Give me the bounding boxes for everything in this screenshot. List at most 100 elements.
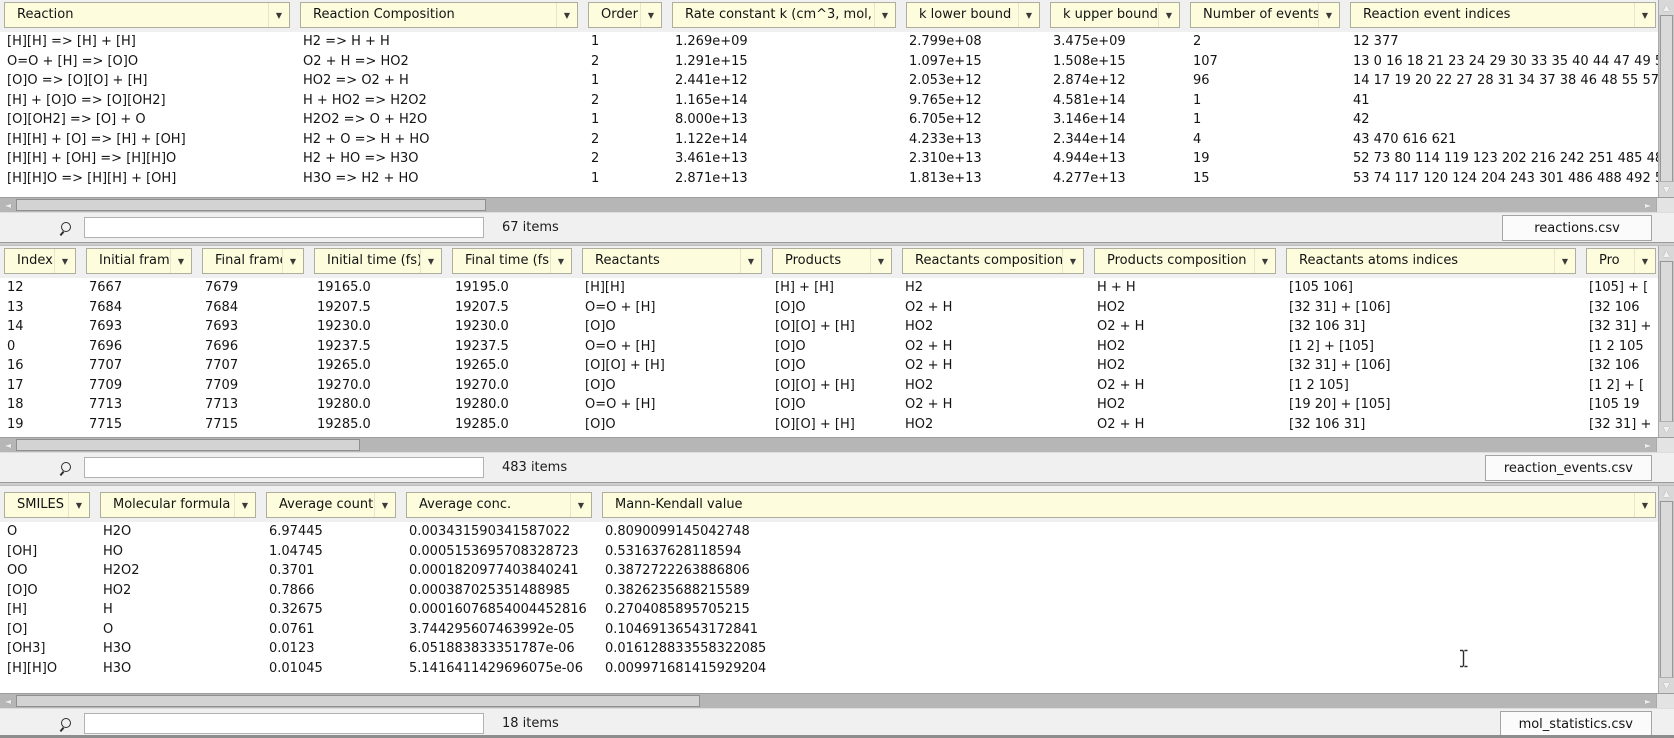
scroll-left-icon[interactable]: ◄ [0, 438, 16, 452]
table-row[interactable]: 19 7715 7715 19285.0 19285.0 [O]O [O][O] + [H]… [0, 415, 1658, 435]
column-header-products[interactable]: Products ▼ [772, 248, 892, 274]
horizontal-scrollbar[interactable]: ◄ ► [0, 437, 1674, 452]
table-row[interactable]: OO H2O2 0.3701 0.0001820977403840241 0.38727… [0, 561, 1658, 581]
vertical-scrollbar[interactable]: ▲ ▼ [1658, 0, 1674, 197]
column-header-reactants-composition[interactable]: Reactants composition ▼ [902, 248, 1084, 274]
column-menu-arrow-icon[interactable]: ▼ [170, 249, 191, 273]
column-menu-arrow-icon[interactable]: ▼ [640, 3, 661, 27]
column-menu-arrow-icon[interactable]: ▼ [556, 3, 577, 27]
column-header-average-conc[interactable]: Average conc. ▼ [406, 492, 592, 518]
table-row[interactable]: [H][H] + [O] => [H] + [OH] H2 + O => H + … [0, 130, 1658, 150]
scroll-down-icon[interactable]: ▼ [1659, 421, 1674, 437]
table-row[interactable]: 17 7709 7709 19270.0 19270.0 [O]O [O][O] + [H]… [0, 376, 1658, 396]
column-menu-arrow-icon[interactable]: ▼ [874, 3, 895, 27]
scroll-right-icon[interactable]: ► [1640, 198, 1656, 212]
vertical-scrollbar[interactable]: ▲ ▼ [1658, 246, 1674, 437]
table-row[interactable]: O H2O 6.97445 0.003431590341587022 0.8090099… [0, 522, 1658, 542]
file-button-reactions[interactable]: reactions.csv [1502, 215, 1652, 241]
scroll-right-icon[interactable]: ► [1640, 694, 1656, 708]
column-menu-arrow-icon[interactable]: ▼ [1634, 249, 1655, 273]
search-input[interactable] [84, 217, 484, 238]
vertical-scrollbar-thumb[interactable] [1660, 501, 1673, 678]
vertical-scrollbar-thumb[interactable] [1660, 15, 1673, 182]
scroll-up-icon[interactable]: ▲ [1659, 0, 1674, 15]
column-menu-arrow-icon[interactable]: ▼ [234, 493, 255, 517]
table-row[interactable]: 14 7693 7693 19230.0 19230.0 [O]O [O][O] + [H]… [0, 317, 1658, 337]
scroll-left-icon[interactable]: ◄ [0, 694, 16, 708]
column-header-initial-frame[interactable]: Initial frame ▼ [86, 248, 192, 274]
column-header-order[interactable]: Order ▼ [588, 2, 662, 28]
scroll-right-icon[interactable]: ► [1640, 438, 1656, 452]
column-header-smiles[interactable]: SMILES ▼ [4, 492, 90, 518]
table-row[interactable]: [O][OH2] => [O] + O H2O2 => O + H2O 1 8.000… [0, 110, 1658, 130]
column-header-k-lower-bound[interactable]: k lower bound ▼ [906, 2, 1040, 28]
table-row[interactable]: [H][H]O H3O 0.01045 5.1416411429696075e-06 0… [0, 659, 1658, 679]
horizontal-scrollbar-thumb[interactable] [16, 439, 360, 451]
column-menu-arrow-icon[interactable]: ▼ [54, 249, 75, 273]
scroll-down-icon[interactable]: ▼ [1659, 181, 1674, 197]
column-menu-arrow-icon[interactable]: ▼ [1062, 249, 1083, 273]
scroll-left-icon[interactable]: ◄ [0, 198, 16, 212]
column-menu-arrow-icon[interactable]: ▼ [550, 249, 571, 273]
table-row[interactable]: 0 7696 7696 19237.5 19237.5 O=O + [H] [O]O O2 +… [0, 337, 1658, 357]
column-menu-arrow-icon[interactable]: ▼ [570, 493, 591, 517]
column-header-index[interactable]: Index ▼ [4, 248, 76, 274]
horizontal-scrollbar-thumb[interactable] [16, 695, 700, 707]
table-row[interactable]: [O] O 0.0761 3.744295607463992e-05 0.1046913… [0, 620, 1658, 640]
column-header-final-time-fs[interactable]: Final time (fs) ▼ [452, 248, 572, 274]
table-row[interactable]: [OH] HO 1.04745 0.0005153695708328723 0.5316… [0, 542, 1658, 562]
column-menu-arrow-icon[interactable]: ▼ [1254, 249, 1275, 273]
column-menu-arrow-icon[interactable]: ▼ [1634, 493, 1655, 517]
column-header-reaction-composition[interactable]: Reaction Composition ▼ [300, 2, 578, 28]
column-menu-arrow-icon[interactable]: ▼ [1018, 3, 1039, 27]
table-row[interactable]: [H][H] => [H] + [H] H2 => H + H 1 1.269e+09… [0, 32, 1658, 52]
column-menu-arrow-icon[interactable]: ▼ [1554, 249, 1575, 273]
table-row[interactable]: 12 7667 7679 19165.0 19195.0 [H][H] [H] + [H] H… [0, 278, 1658, 298]
file-button-reaction-events[interactable]: reaction_events.csv [1484, 455, 1652, 481]
column-header-reaction[interactable]: Reaction ▼ [4, 2, 290, 28]
scroll-up-icon[interactable]: ▲ [1659, 486, 1674, 501]
scroll-up-icon[interactable]: ▲ [1659, 246, 1674, 261]
table-row[interactable]: 13 7684 7684 19207.5 19207.5 O=O + [H] [O]O O2 … [0, 298, 1658, 318]
table-row[interactable]: 16 7707 7707 19265.0 19265.0 [O][O] + [H] [O]O… [0, 356, 1658, 376]
table-row[interactable]: O=O + [H] => [O]O O2 + H => HO2 2 1.291e+15… [0, 52, 1658, 72]
column-menu-arrow-icon[interactable]: ▼ [68, 493, 89, 517]
column-header-reactants[interactable]: Reactants ▼ [582, 248, 762, 274]
horizontal-scrollbar-thumb[interactable] [16, 199, 486, 211]
vertical-scrollbar-thumb[interactable] [1660, 261, 1673, 422]
column-menu-arrow-icon[interactable]: ▼ [1158, 3, 1179, 27]
column-header-k-upper-bound[interactable]: k upper bound ▼ [1050, 2, 1180, 28]
table-row[interactable]: [H] H 0.32675 0.00016076854004452816 0.27040… [0, 600, 1658, 620]
table-row[interactable]: [H] + [O]O => [O][OH2] H + HO2 => H2O2 2 1.… [0, 91, 1658, 111]
column-header-number-of-events[interactable]: Number of events ▼ [1190, 2, 1340, 28]
column-menu-arrow-icon[interactable]: ▼ [1318, 3, 1339, 27]
column-menu-arrow-icon[interactable]: ▼ [282, 249, 303, 273]
column-header-average-count[interactable]: Average count ▼ [266, 492, 396, 518]
horizontal-scrollbar[interactable]: ◄ ► [0, 197, 1674, 212]
column-menu-arrow-icon[interactable]: ▼ [740, 249, 761, 273]
file-button-mol-statistics[interactable]: mol_statistics.csv [1499, 711, 1652, 737]
table-row[interactable]: 18 7713 7713 19280.0 19280.0 O=O + [H] [O]O O2 … [0, 395, 1658, 415]
table-row[interactable]: [H][H] + [OH] => [H][H]O H2 + HO => H3O 2 3… [0, 149, 1658, 169]
column-header-reaction-event-indices[interactable]: Reaction event indices ▼ [1350, 2, 1656, 28]
column-menu-arrow-icon[interactable]: ▼ [268, 3, 289, 27]
table-row[interactable]: [O]O HO2 0.7866 0.000387025351488985 0.38262… [0, 581, 1658, 601]
column-header-pro[interactable]: Pro ▼ [1586, 248, 1656, 274]
column-header-initial-time-fs[interactable]: Initial time (fs) ▼ [314, 248, 442, 274]
horizontal-scrollbar[interactable]: ◄ ► [0, 693, 1674, 708]
table-row[interactable]: [OH3] H3O 0.0123 6.051883833351787e-06 0.016… [0, 639, 1658, 659]
scroll-down-icon[interactable]: ▼ [1659, 677, 1674, 693]
table-row[interactable]: [H][H]O => [H][H] + [OH] H3O => H2 + HO 1 2… [0, 169, 1658, 189]
column-menu-arrow-icon[interactable]: ▼ [420, 249, 441, 273]
search-input[interactable] [84, 713, 484, 734]
column-header-mann-kendall-value[interactable]: Mann-Kendall value ▼ [602, 492, 1656, 518]
column-menu-arrow-icon[interactable]: ▼ [374, 493, 395, 517]
column-header-final-frame[interactable]: Final frame ▼ [202, 248, 304, 274]
column-header-rate-constant-k-cm-3-mol-s[interactable]: Rate constant k (cm^3, mol, s) ▼ [672, 2, 896, 28]
vertical-scrollbar[interactable]: ▲ ▼ [1658, 486, 1674, 693]
column-menu-arrow-icon[interactable]: ▼ [1634, 3, 1655, 27]
table-row[interactable]: [O]O => [O][O] + [H] HO2 => O2 + H 1 2.441e… [0, 71, 1658, 91]
column-header-molecular-formula[interactable]: Molecular formula ▼ [100, 492, 256, 518]
column-menu-arrow-icon[interactable]: ▼ [870, 249, 891, 273]
column-header-products-composition[interactable]: Products composition ▼ [1094, 248, 1276, 274]
